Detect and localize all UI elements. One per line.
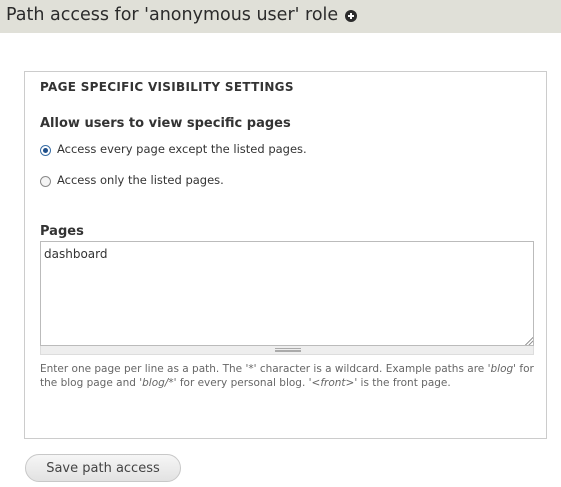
radio-except-listed-label: Access every page except the listed page…	[57, 142, 307, 156]
radio-only-listed-label: Access only the listed pages.	[57, 173, 224, 187]
resize-handle-icon[interactable]	[524, 336, 533, 345]
close-icon[interactable]	[345, 10, 357, 22]
radio-unchecked-icon[interactable]	[40, 175, 51, 187]
description-text-3: ' for every personal blog. '	[173, 377, 312, 389]
visibility-group-label: Allow users to view specific pages	[40, 116, 291, 131]
description-text-4: ' is the front page.	[354, 377, 451, 389]
description-example-blog: blog	[490, 363, 514, 375]
description-text-1: Enter one page per line as a path. The '…	[40, 363, 491, 375]
pages-description: Enter one page per line as a path. The '…	[40, 362, 540, 390]
fieldset-legend: PAGE SPECIFIC VISIBILITY SETTINGS	[40, 80, 294, 94]
page-header: Path access for 'anonymous user' role	[0, 0, 561, 33]
radio-only-listed[interactable]: Access only the listed pages.	[40, 172, 224, 188]
pages-textarea[interactable]: dashboard	[40, 241, 534, 346]
save-path-access-button[interactable]: Save path access	[25, 454, 181, 482]
page-title: Path access for 'anonymous user' role	[6, 5, 339, 25]
radio-except-listed[interactable]: Access every page except the listed page…	[40, 141, 307, 157]
description-example-blog-wildcard: blog/*	[142, 377, 174, 389]
pages-label: Pages	[40, 224, 84, 239]
textarea-grippie[interactable]	[40, 346, 534, 355]
description-example-front: <front>	[311, 377, 355, 389]
radio-checked-icon[interactable]	[40, 144, 51, 156]
